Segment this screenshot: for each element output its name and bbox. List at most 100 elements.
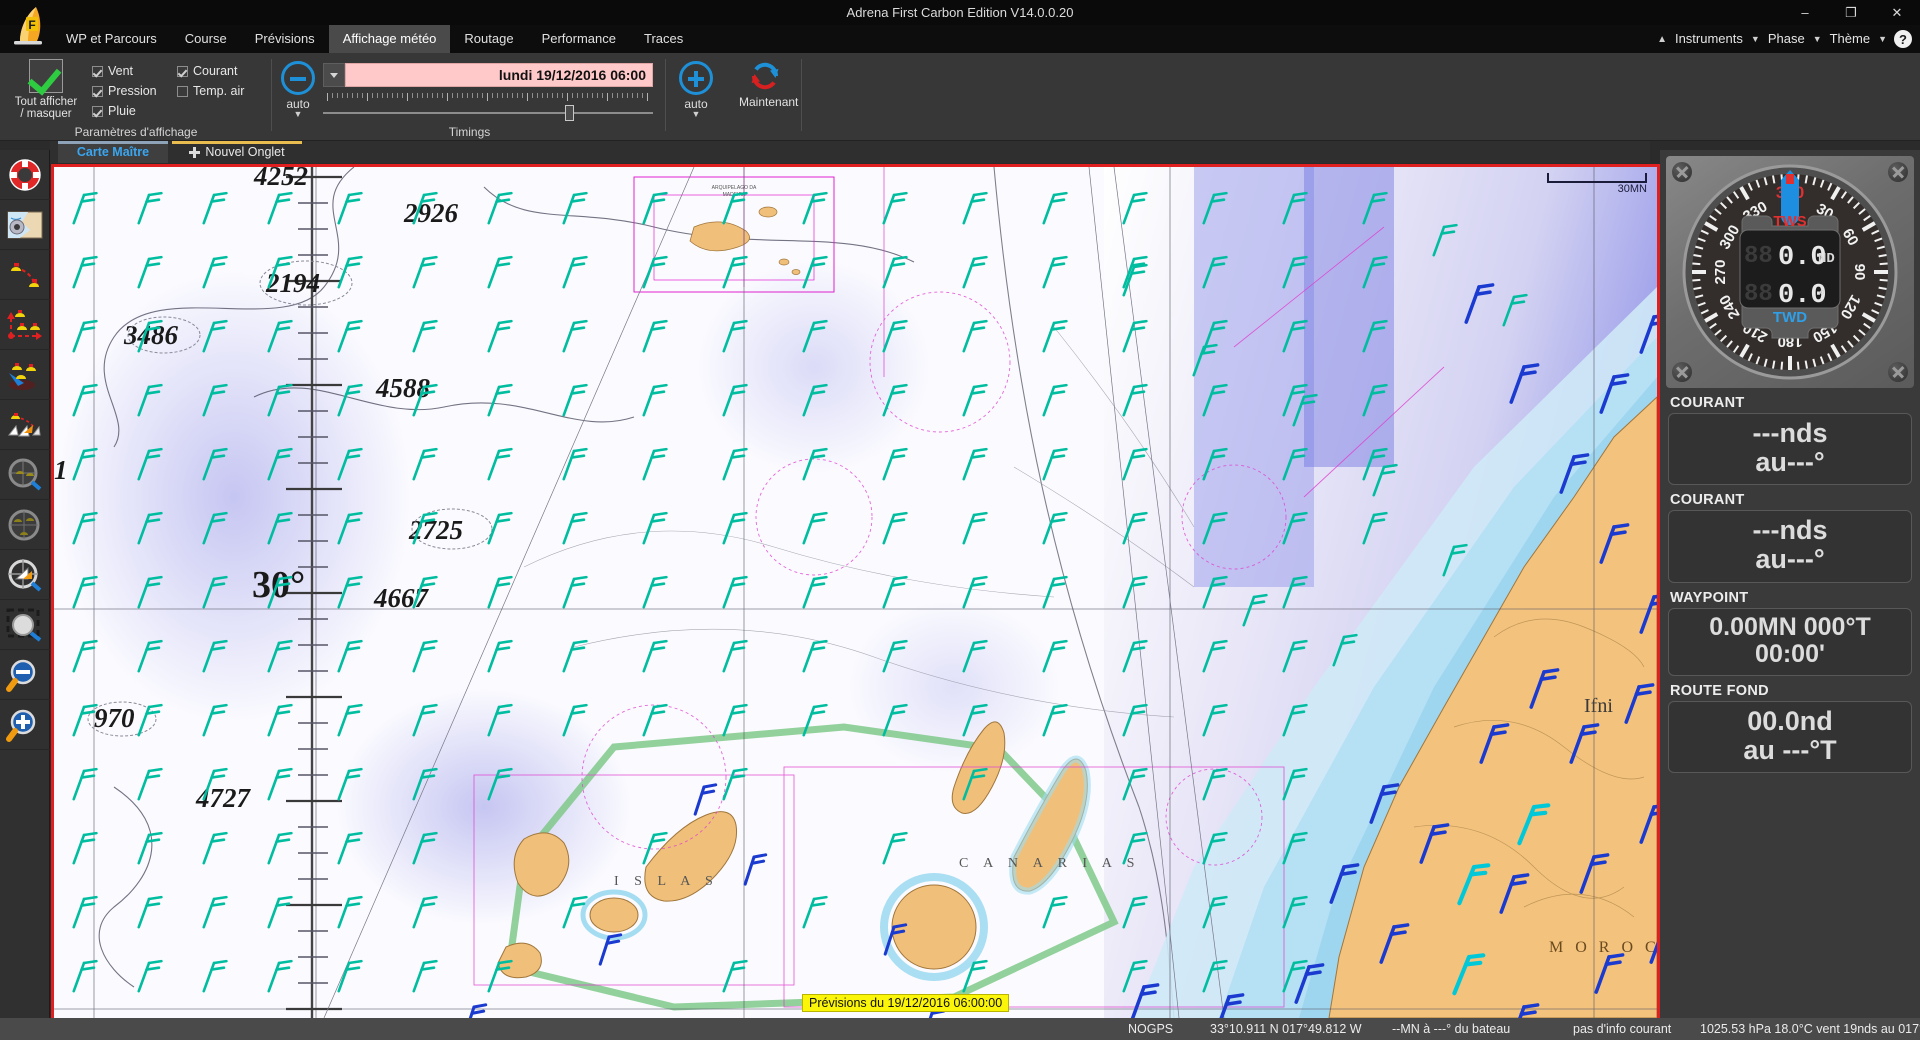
sounding-1: 1	[54, 455, 68, 485]
checkbox-icon-courant	[177, 65, 188, 77]
target-zoom-icon[interactable]	[0, 450, 50, 500]
left-toolbar	[0, 150, 50, 1040]
toggle-all-label-1: Tout afficher	[14, 96, 78, 108]
status-weather: 1025.53 hPa 18.0°C vent 19nds au 017°T	[1700, 1022, 1920, 1036]
menu-item-routage[interactable]: Routage	[450, 25, 527, 53]
chevron-down-icon-minus[interactable]: ▼	[275, 110, 321, 119]
checkbox-icon-vent	[92, 65, 103, 77]
help-icon[interactable]: ?	[1894, 30, 1912, 48]
checkmark-icon	[29, 59, 63, 93]
menu-item-performance[interactable]: Performance	[528, 25, 630, 53]
plus-circle-icon[interactable]	[679, 61, 713, 95]
marks-radar-icon[interactable]	[0, 500, 50, 550]
panel-block-route-fond: ROUTE FOND 00.0nd au ---°T	[1664, 680, 1916, 773]
block-value-route-fond[interactable]: 00.0nd au ---°T	[1668, 700, 1912, 773]
timeline-slider[interactable]	[323, 105, 653, 121]
checkbox-label-pluie: Pluie	[108, 104, 136, 118]
menu-phase[interactable]: Phase	[1764, 25, 1809, 53]
checkbox-icon-pression	[92, 85, 103, 97]
menu-theme[interactable]: Thème	[1826, 25, 1874, 53]
menu-item-affichage-meteo[interactable]: Affichage météo	[328, 25, 451, 53]
checkbox-icon-pluie	[92, 105, 103, 117]
tab-nouvel-onglet[interactable]: Nouvel Onglet	[172, 141, 302, 163]
close-button[interactable]: ✕	[1874, 0, 1920, 25]
scale-ruler-icon	[1547, 173, 1647, 183]
wind-compass-gauge[interactable]: 330300270240210180150120906030 360 TWS T…	[1666, 156, 1914, 388]
datetime-field[interactable]: lundi 19/12/2016 06:00	[345, 63, 653, 87]
route-fond-direction: au ---°T	[1743, 734, 1837, 765]
waypoints-grid-icon[interactable]	[0, 300, 50, 350]
checkbox-temp-air[interactable]: Temp. air	[177, 84, 262, 98]
checkbox-pluie[interactable]: Pluie	[92, 104, 178, 118]
ribbon-group-display-params: Tout afficher / masquer Vent Courant Pre…	[0, 53, 272, 141]
minus-auto-control[interactable]: auto ▼	[275, 61, 321, 119]
status-current: pas d'info courant	[1573, 1022, 1672, 1036]
minus-circle-icon[interactable]	[281, 61, 315, 95]
block-label-courant-1: COURANT	[1670, 395, 1745, 411]
fleet-boats-icon[interactable]	[0, 400, 50, 450]
group-label-display-params: Paramètres d'affichage	[74, 125, 198, 139]
route-marks-icon[interactable]	[0, 250, 50, 300]
zoom-area-icon[interactable]	[0, 600, 50, 650]
instrument-panel: 330300270240210180150120906030 360 TWS T…	[1660, 150, 1920, 1020]
status-distance: --MN à ---° du bateau	[1392, 1022, 1511, 1036]
window-controls: – ❐ ✕	[1782, 0, 1920, 25]
svg-text:88: 88	[1744, 281, 1773, 308]
plus-icon	[189, 146, 201, 158]
waypoint-distance-bearing: 0.00MN 000°T	[1709, 612, 1871, 641]
map-label-ifni: Ifni	[1584, 695, 1613, 717]
boat-center-icon[interactable]	[0, 550, 50, 600]
menu-instruments[interactable]: Instruments	[1671, 25, 1747, 53]
svg-text:ARQUIPELAGO DA: ARQUIPELAGO DA	[712, 185, 757, 191]
minimize-button[interactable]: –	[1782, 0, 1828, 25]
slider-track	[323, 112, 653, 114]
menu-item-previsions[interactable]: Prévisions	[241, 25, 329, 53]
chevron-down-icon-theme[interactable]: ▼	[1813, 34, 1822, 44]
chart-settings-icon[interactable]	[0, 200, 50, 250]
now-button[interactable]: Maintenant	[739, 59, 799, 109]
menu-item-traces[interactable]: Traces	[630, 25, 697, 53]
chevron-down-icon-help[interactable]: ▼	[1878, 34, 1887, 44]
toggle-all-button[interactable]: Tout afficher / masquer	[12, 59, 80, 121]
tws-label: TWS	[1773, 213, 1806, 230]
chevron-down-icon-plus[interactable]: ▼	[673, 110, 719, 119]
toggle-all-label-2: / masquer	[20, 108, 72, 120]
sounding-3486: 3486	[123, 320, 179, 350]
checkbox-courant[interactable]: Courant	[177, 64, 262, 78]
maximize-button[interactable]: ❐	[1828, 0, 1874, 25]
courant-1-speed: ---nds	[1752, 418, 1828, 448]
checkbox-vent[interactable]: Vent	[92, 64, 177, 78]
zoom-in-icon[interactable]	[0, 700, 50, 750]
slider-thumb[interactable]	[565, 105, 574, 121]
svg-text:88: 88	[1744, 243, 1773, 270]
status-gps: NOGPS	[1128, 1022, 1174, 1036]
forecast-timestamp-banner: Prévisions du 19/12/2016 06:00:00	[802, 994, 1010, 1012]
menu-item-wp-parcours[interactable]: WP et Parcours	[52, 25, 171, 53]
status-bar: NOGPS 33°10.911 N 017°49.812 W --MN à --…	[0, 1018, 1920, 1040]
drop-mark-icon[interactable]	[0, 350, 50, 400]
chevron-down-icon-phase[interactable]: ▼	[1751, 34, 1760, 44]
courant-2-speed: ---nds	[1752, 515, 1828, 546]
timeline-ticks	[327, 93, 649, 101]
now-label: Maintenant	[739, 95, 799, 109]
courant-1-direction: au---°	[1755, 447, 1825, 478]
block-label-waypoint: WAYPOINT	[1670, 589, 1749, 606]
zoom-out-icon[interactable]	[0, 650, 50, 700]
datetime-dropdown-button[interactable]	[323, 63, 345, 87]
block-label-route-fond: ROUTE FOND	[1670, 682, 1769, 699]
tab-carte-maitre[interactable]: Carte Maître	[58, 141, 168, 163]
chevron-up-icon[interactable]: ▲	[1657, 34, 1667, 45]
block-value-waypoint[interactable]: 0.00MN 000°T 00:00'	[1668, 607, 1912, 676]
tab-label-carte-maitre: Carte Maître	[76, 145, 150, 159]
checkbox-pression[interactable]: Pression	[92, 84, 177, 98]
block-value-courant-1[interactable]: ---nds au---°	[1668, 413, 1912, 486]
plus-auto-control[interactable]: auto ▼	[673, 61, 719, 119]
lifebuoy-mob-icon[interactable]	[0, 150, 50, 200]
window-title: Adrena First Carbon Edition V14.0.0.20	[846, 5, 1074, 20]
map-label-morocco: M O R O C C O	[1549, 939, 1657, 956]
group-label-timings: Timings	[448, 125, 491, 139]
datetime-row: lundi 19/12/2016 06:00	[323, 63, 653, 87]
block-value-courant-2[interactable]: ---nds au---°	[1668, 510, 1912, 583]
menu-item-course[interactable]: Course	[171, 25, 241, 53]
nautical-chart-canvas[interactable]: M O R O C C O Ifni ARQUIPELAGO DA MADEIR…	[51, 164, 1660, 1021]
